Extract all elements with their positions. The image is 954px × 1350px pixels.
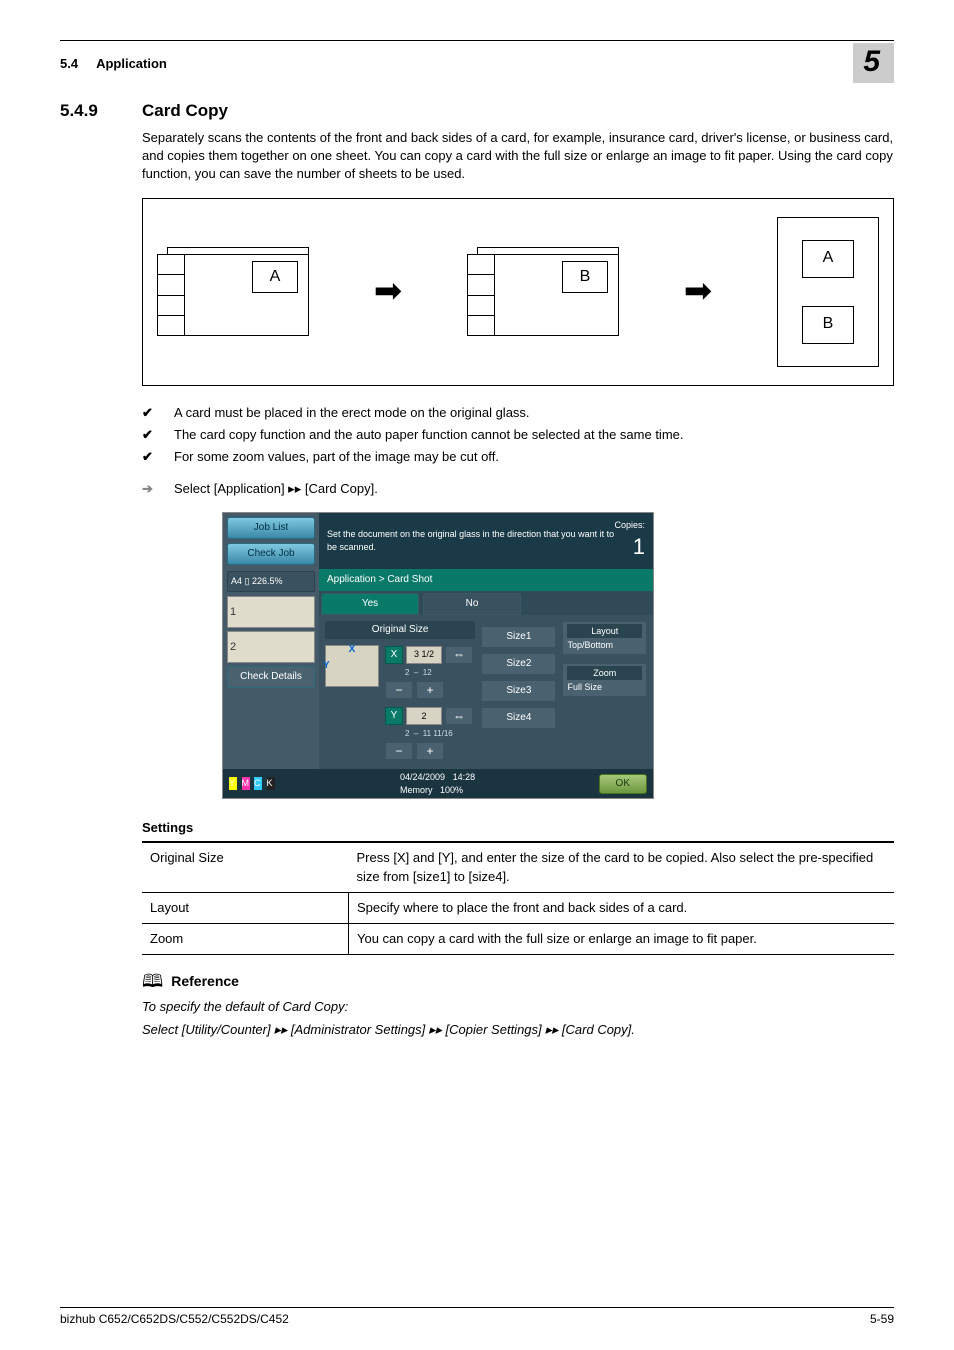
x-toggle-button[interactable]: ⇔ [445, 646, 473, 664]
reference-heading: 🕮 Reference [142, 969, 894, 994]
y-max: 11 11/16 [423, 729, 453, 738]
check-icon: ✔ [142, 448, 160, 466]
panel-screenshot: Job List Check Job A4 ▯ 226.5% 1 2 Check… [222, 512, 654, 799]
card-b-back: B [562, 261, 608, 293]
x-axis-label: X [349, 643, 356, 657]
zoom-value: Full Size [567, 682, 602, 692]
arrow-right-icon: ➔ [142, 480, 160, 498]
status-date: 04/24/2009 [400, 772, 445, 782]
copies-label: Copies: [614, 520, 645, 530]
header-rule [60, 40, 894, 41]
settings-val: You can copy a card with the full size o… [349, 924, 895, 955]
nav-path-text: Select [Application] ▸▸ [Card Copy]. [174, 480, 378, 498]
ok-button[interactable]: OK [599, 774, 647, 794]
header-section-name: Application [96, 56, 167, 71]
settings-key: Layout [142, 892, 349, 923]
card-copy-diagram: A ➡ B ➡ A B [142, 198, 894, 386]
size2-button[interactable]: Size2 [481, 653, 556, 675]
running-header: 5.4 Application 5 [60, 43, 894, 83]
settings-key: Zoom [142, 924, 349, 955]
output-card-b: B [802, 306, 854, 344]
x-button[interactable]: X [385, 646, 403, 664]
copies-value: 1 [633, 534, 645, 559]
size3-button[interactable]: Size3 [481, 680, 556, 702]
status-bar: Y M C K 04/24/2009 14:28 Memory 100% OK [223, 769, 653, 798]
section-title: Card Copy [142, 101, 228, 121]
zoom-title: Zoom [567, 666, 642, 681]
note-text: A card must be placed in the erect mode … [174, 404, 530, 422]
footer-model: bizhub C652/C652DS/C552/C552DS/C452 [60, 1312, 289, 1326]
header-section-num: 5.4 [60, 56, 78, 71]
layout-value: Top/Bottom [567, 640, 613, 650]
preview-thumb-1: 1 [227, 596, 315, 628]
nav-step: ➔ Select [Application] ▸▸ [Card Copy]. [142, 480, 894, 498]
settings-title: Settings [142, 819, 894, 837]
zoom-button[interactable]: Zoom Full Size [562, 663, 647, 697]
x-max: 12 [423, 668, 432, 677]
toner-k-icon: K [267, 777, 275, 790]
reference-icon: 🕮 [142, 969, 163, 994]
arrow-icon: ➡ [684, 268, 713, 316]
minus-button[interactable]: − [385, 742, 413, 760]
settings-val: Specify where to place the front and bac… [349, 892, 895, 923]
layout-button[interactable]: Layout Top/Bottom [562, 621, 647, 655]
reference-title: Reference [171, 972, 239, 992]
toner-y-icon: Y [229, 777, 237, 790]
check-icon: ✔ [142, 426, 160, 444]
size4-button[interactable]: Size4 [481, 707, 556, 729]
toner-m-icon: M [242, 777, 250, 790]
intro-paragraph: Separately scans the contents of the fro… [142, 129, 894, 184]
x-min: 2 [405, 668, 409, 677]
tab-yes[interactable]: Yes [321, 593, 419, 615]
settings-table: Original Size Press [X] and [Y], and ent… [142, 841, 894, 955]
y-value: 2 [406, 707, 442, 725]
job-list-button[interactable]: Job List [227, 517, 315, 539]
reference-line-2: Select [Utility/Counter] ▸▸ [Administrat… [142, 1021, 894, 1039]
y-button[interactable]: Y [385, 707, 403, 725]
scanner-back: B [467, 247, 619, 336]
tab-no[interactable]: No [423, 593, 521, 615]
footer-page: 5-59 [870, 1312, 894, 1326]
original-size-label: Original Size [325, 621, 475, 639]
note-text: For some zoom values, part of the image … [174, 448, 499, 466]
section-heading: 5.4.9 Card Copy [60, 101, 894, 121]
layout-title: Layout [567, 624, 642, 639]
size1-button[interactable]: Size1 [481, 626, 556, 648]
preview-thumb-2: 2 [227, 631, 315, 663]
chapter-badge: 5 [853, 43, 894, 83]
toner-c-icon: C [254, 777, 262, 790]
settings-key: Original Size [142, 842, 349, 892]
card-a-front: A [252, 261, 298, 293]
plus-button[interactable]: + [416, 742, 444, 760]
reference-line-1: To specify the default of Card Copy: [142, 998, 894, 1016]
scanner-front: A [157, 247, 309, 336]
note-text: The card copy function and the auto pape… [174, 426, 684, 444]
minus-button[interactable]: − [385, 681, 413, 699]
instruction-text: Set the document on the original glass i… [327, 528, 614, 553]
status-time: 14:28 [453, 772, 476, 782]
y-axis-label: Y [323, 659, 330, 673]
breadcrumb: Application > Card Shot [319, 569, 653, 591]
y-min: 2 [405, 729, 409, 738]
check-job-button[interactable]: Check Job [227, 543, 315, 565]
notes-list: ✔ A card must be placed in the erect mode… [142, 404, 894, 467]
check-icon: ✔ [142, 404, 160, 422]
output-card-a: A [802, 240, 854, 278]
card-preview: X Y [325, 645, 379, 687]
section-number: 5.4.9 [60, 101, 120, 121]
check-details-button[interactable]: Check Details [227, 666, 315, 688]
toner-levels: Y M C K [229, 777, 277, 790]
y-toggle-button[interactable]: ⇔ [445, 707, 473, 725]
arrow-icon: ➡ [374, 268, 403, 316]
status-memory-value: 100% [440, 785, 463, 795]
output-sheet: A B [777, 217, 879, 367]
status-memory-label: Memory [400, 785, 433, 795]
x-value: 3 1/2 [406, 646, 442, 664]
settings-val: Press [X] and [Y], and enter the size of… [349, 842, 895, 892]
plus-button[interactable]: + [416, 681, 444, 699]
paper-indicator: A4 ▯ 226.5% [227, 571, 315, 592]
page-footer: bizhub C652/C652DS/C552/C552DS/C452 5-59 [60, 1307, 894, 1326]
